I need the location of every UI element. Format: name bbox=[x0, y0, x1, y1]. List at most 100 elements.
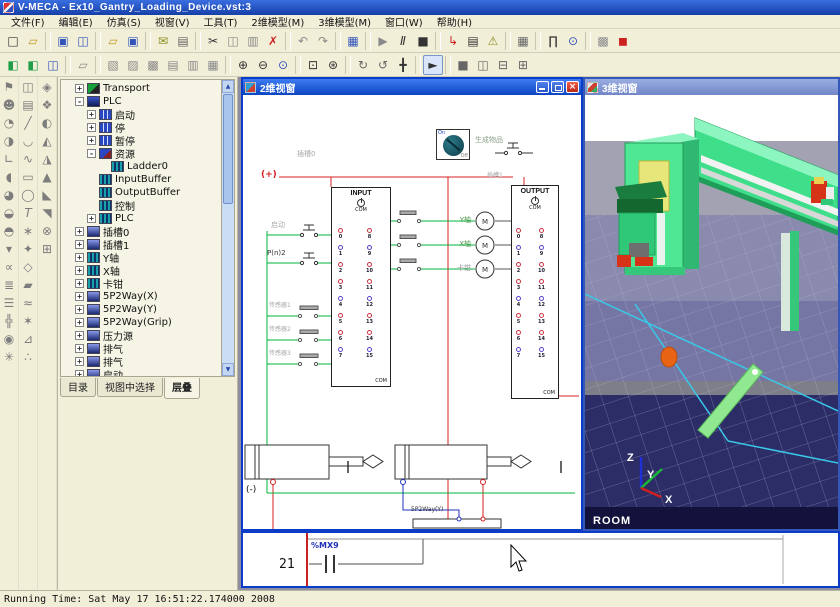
tree-item[interactable]: InputBuffer bbox=[61, 173, 221, 186]
device-tool-1-icon[interactable]: ◈ bbox=[39, 79, 56, 95]
tree-expander[interactable] bbox=[75, 253, 84, 262]
tree-item[interactable]: Ladder0 bbox=[61, 160, 221, 173]
rotary-switch[interactable]: On Off bbox=[436, 129, 470, 160]
tree-expander[interactable] bbox=[75, 227, 84, 236]
tree-expander[interactable] bbox=[75, 84, 84, 93]
tree-item[interactable]: 5P2Way(X) bbox=[61, 290, 221, 303]
draw-arc-icon[interactable]: ◡ bbox=[20, 133, 37, 149]
net-icon[interactable]: ▩ bbox=[593, 31, 613, 51]
surface-icon[interactable]: ▱ bbox=[73, 55, 93, 75]
lamp-icon[interactable]: ⊙ bbox=[563, 31, 583, 51]
tree-expander[interactable] bbox=[75, 97, 84, 106]
tree-expander[interactable] bbox=[75, 370, 84, 377]
draw-rect-icon[interactable]: ▭ bbox=[20, 169, 37, 185]
table-icon[interactable]: ▦ bbox=[513, 31, 533, 51]
tree-item[interactable]: PLC bbox=[61, 95, 221, 108]
device-tool-9-icon[interactable]: ⊗ bbox=[39, 223, 56, 239]
device-tool-7-icon[interactable]: ◣ bbox=[39, 187, 56, 203]
tree-expander[interactable] bbox=[87, 136, 96, 145]
scroll-up-icon[interactable]: ▲ bbox=[222, 80, 234, 93]
palette-cards-icon[interactable]: ◫ bbox=[20, 79, 37, 95]
device-tool-5-icon[interactable]: ◮ bbox=[39, 151, 56, 167]
save-project-icon[interactable]: ▣ bbox=[123, 31, 143, 51]
help-book-icon[interactable]: ◼ bbox=[613, 31, 633, 51]
menu-item[interactable]: 帮助(H) bbox=[430, 14, 479, 29]
zoom-in-icon[interactable]: ⊕ bbox=[233, 55, 253, 75]
draw-line-icon[interactable]: ╱ bbox=[20, 115, 37, 131]
wave-tool-icon[interactable]: ≈ bbox=[20, 295, 37, 311]
knob-dial[interactable] bbox=[443, 135, 464, 156]
tree-item[interactable]: Transport bbox=[61, 82, 221, 95]
layout-2d3d-icon[interactable]: ◧ bbox=[3, 55, 23, 75]
tile-three-icon[interactable]: ⊟ bbox=[493, 55, 513, 75]
connect-tool-icon[interactable]: ↳ bbox=[443, 31, 463, 51]
palette-contrast-icon[interactable]: ◑ bbox=[1, 133, 18, 149]
tree-expander[interactable] bbox=[75, 318, 84, 327]
scene-viewport[interactable]: Z Y X ROOM bbox=[585, 95, 838, 529]
menu-item[interactable]: 视窗(V) bbox=[148, 14, 197, 29]
save-all-icon[interactable]: ◫ bbox=[73, 31, 93, 51]
tree-expander[interactable] bbox=[75, 292, 84, 301]
bridge-view-icon[interactable]: ∏ bbox=[543, 31, 563, 51]
palette-upper-icon[interactable]: ◓ bbox=[1, 223, 18, 239]
rotate-h-icon[interactable]: ↻ bbox=[353, 55, 373, 75]
pause-icon[interactable]: Ⅱ bbox=[393, 31, 413, 51]
copy-icon[interactable]: ◫ bbox=[223, 31, 243, 51]
device-tool-10-icon[interactable]: ⊞ bbox=[39, 241, 56, 257]
scroll-down-icon[interactable]: ▼ bbox=[222, 363, 234, 376]
restore-button[interactable] bbox=[551, 81, 564, 93]
device-tool-8-icon[interactable]: ◥ bbox=[39, 205, 56, 221]
tree-expander[interactable] bbox=[87, 110, 96, 119]
zoom-selected-icon[interactable]: ⊙ bbox=[273, 55, 293, 75]
tree-item[interactable]: 排气 bbox=[61, 342, 221, 355]
print-icon[interactable]: ▤ bbox=[173, 31, 193, 51]
export-icon[interactable]: ✉ bbox=[153, 31, 173, 51]
view-left-icon[interactable]: ▩ bbox=[143, 55, 163, 75]
view-right-icon[interactable]: ▤ bbox=[163, 55, 183, 75]
title-bar[interactable]: V-MECA - Ex10_Gantry_Loading_Device.vst:… bbox=[0, 0, 840, 15]
palette-shade-icon[interactable]: ◕ bbox=[1, 187, 18, 203]
palette-target-icon[interactable]: ◉ bbox=[1, 331, 18, 347]
tri-tool-icon[interactable]: ⊿ bbox=[20, 331, 37, 347]
tree-item[interactable]: 卡钳 bbox=[61, 277, 221, 290]
tree-item[interactable]: 5P2Way(Grip) bbox=[61, 316, 221, 329]
tree-expander[interactable] bbox=[75, 344, 84, 353]
zoom-window-icon[interactable]: ⊡ bbox=[303, 55, 323, 75]
dots-tool-icon[interactable]: ∴ bbox=[20, 349, 37, 365]
tree-item[interactable]: 插槽1 bbox=[61, 238, 221, 251]
layout-2d-icon[interactable]: ◧ bbox=[23, 55, 43, 75]
delete-icon[interactable]: ✗ bbox=[263, 31, 283, 51]
tree-expander[interactable] bbox=[87, 123, 96, 132]
device-tool-2-icon[interactable]: ❖ bbox=[39, 97, 56, 113]
menu-item[interactable]: 文件(F) bbox=[4, 14, 52, 29]
menu-item[interactable]: 仿真(S) bbox=[100, 14, 148, 29]
tree-item[interactable]: OutputBuffer bbox=[61, 186, 221, 199]
view-bottom-icon[interactable]: ▦ bbox=[203, 55, 223, 75]
tree-expander[interactable] bbox=[75, 240, 84, 249]
close-button[interactable] bbox=[566, 81, 579, 93]
zoom-out-icon[interactable]: ⊖ bbox=[253, 55, 273, 75]
fill-tool-icon[interactable]: ▰ bbox=[20, 277, 37, 293]
new-file-icon[interactable]: □ bbox=[3, 31, 23, 51]
paste-icon[interactable]: ▥ bbox=[243, 31, 263, 51]
compile-icon[interactable]: ▦ bbox=[343, 31, 363, 51]
tree-item[interactable]: 排气 bbox=[61, 355, 221, 368]
view-back-icon[interactable]: ▨ bbox=[123, 55, 143, 75]
undo-icon[interactable]: ↶ bbox=[293, 31, 313, 51]
open-project-icon[interactable]: ▱ bbox=[103, 31, 123, 51]
palette-list-icon[interactable]: ≣ bbox=[1, 277, 18, 293]
text-tool-icon[interactable]: T bbox=[20, 205, 37, 221]
tree-scrollbar[interactable]: ▲ ▼ bbox=[221, 79, 235, 377]
view3d-titlebar[interactable]: 3维视窗 bbox=[585, 79, 838, 95]
palette-cam-icon[interactable]: ◖ bbox=[1, 169, 18, 185]
stop-icon[interactable]: ■ bbox=[413, 31, 433, 51]
spark-tool-icon[interactable]: ✶ bbox=[20, 313, 37, 329]
tree-expander[interactable] bbox=[75, 331, 84, 340]
draw-curve-icon[interactable]: ∿ bbox=[20, 151, 37, 167]
cut-icon[interactable]: ✂ bbox=[203, 31, 223, 51]
device-tool-3-icon[interactable]: ◐ bbox=[39, 115, 56, 131]
tree-item[interactable]: 启动 bbox=[61, 108, 221, 121]
tree-item[interactable]: PLC bbox=[61, 212, 221, 225]
minimize-button[interactable] bbox=[536, 81, 549, 93]
tree-expander[interactable] bbox=[75, 305, 84, 314]
